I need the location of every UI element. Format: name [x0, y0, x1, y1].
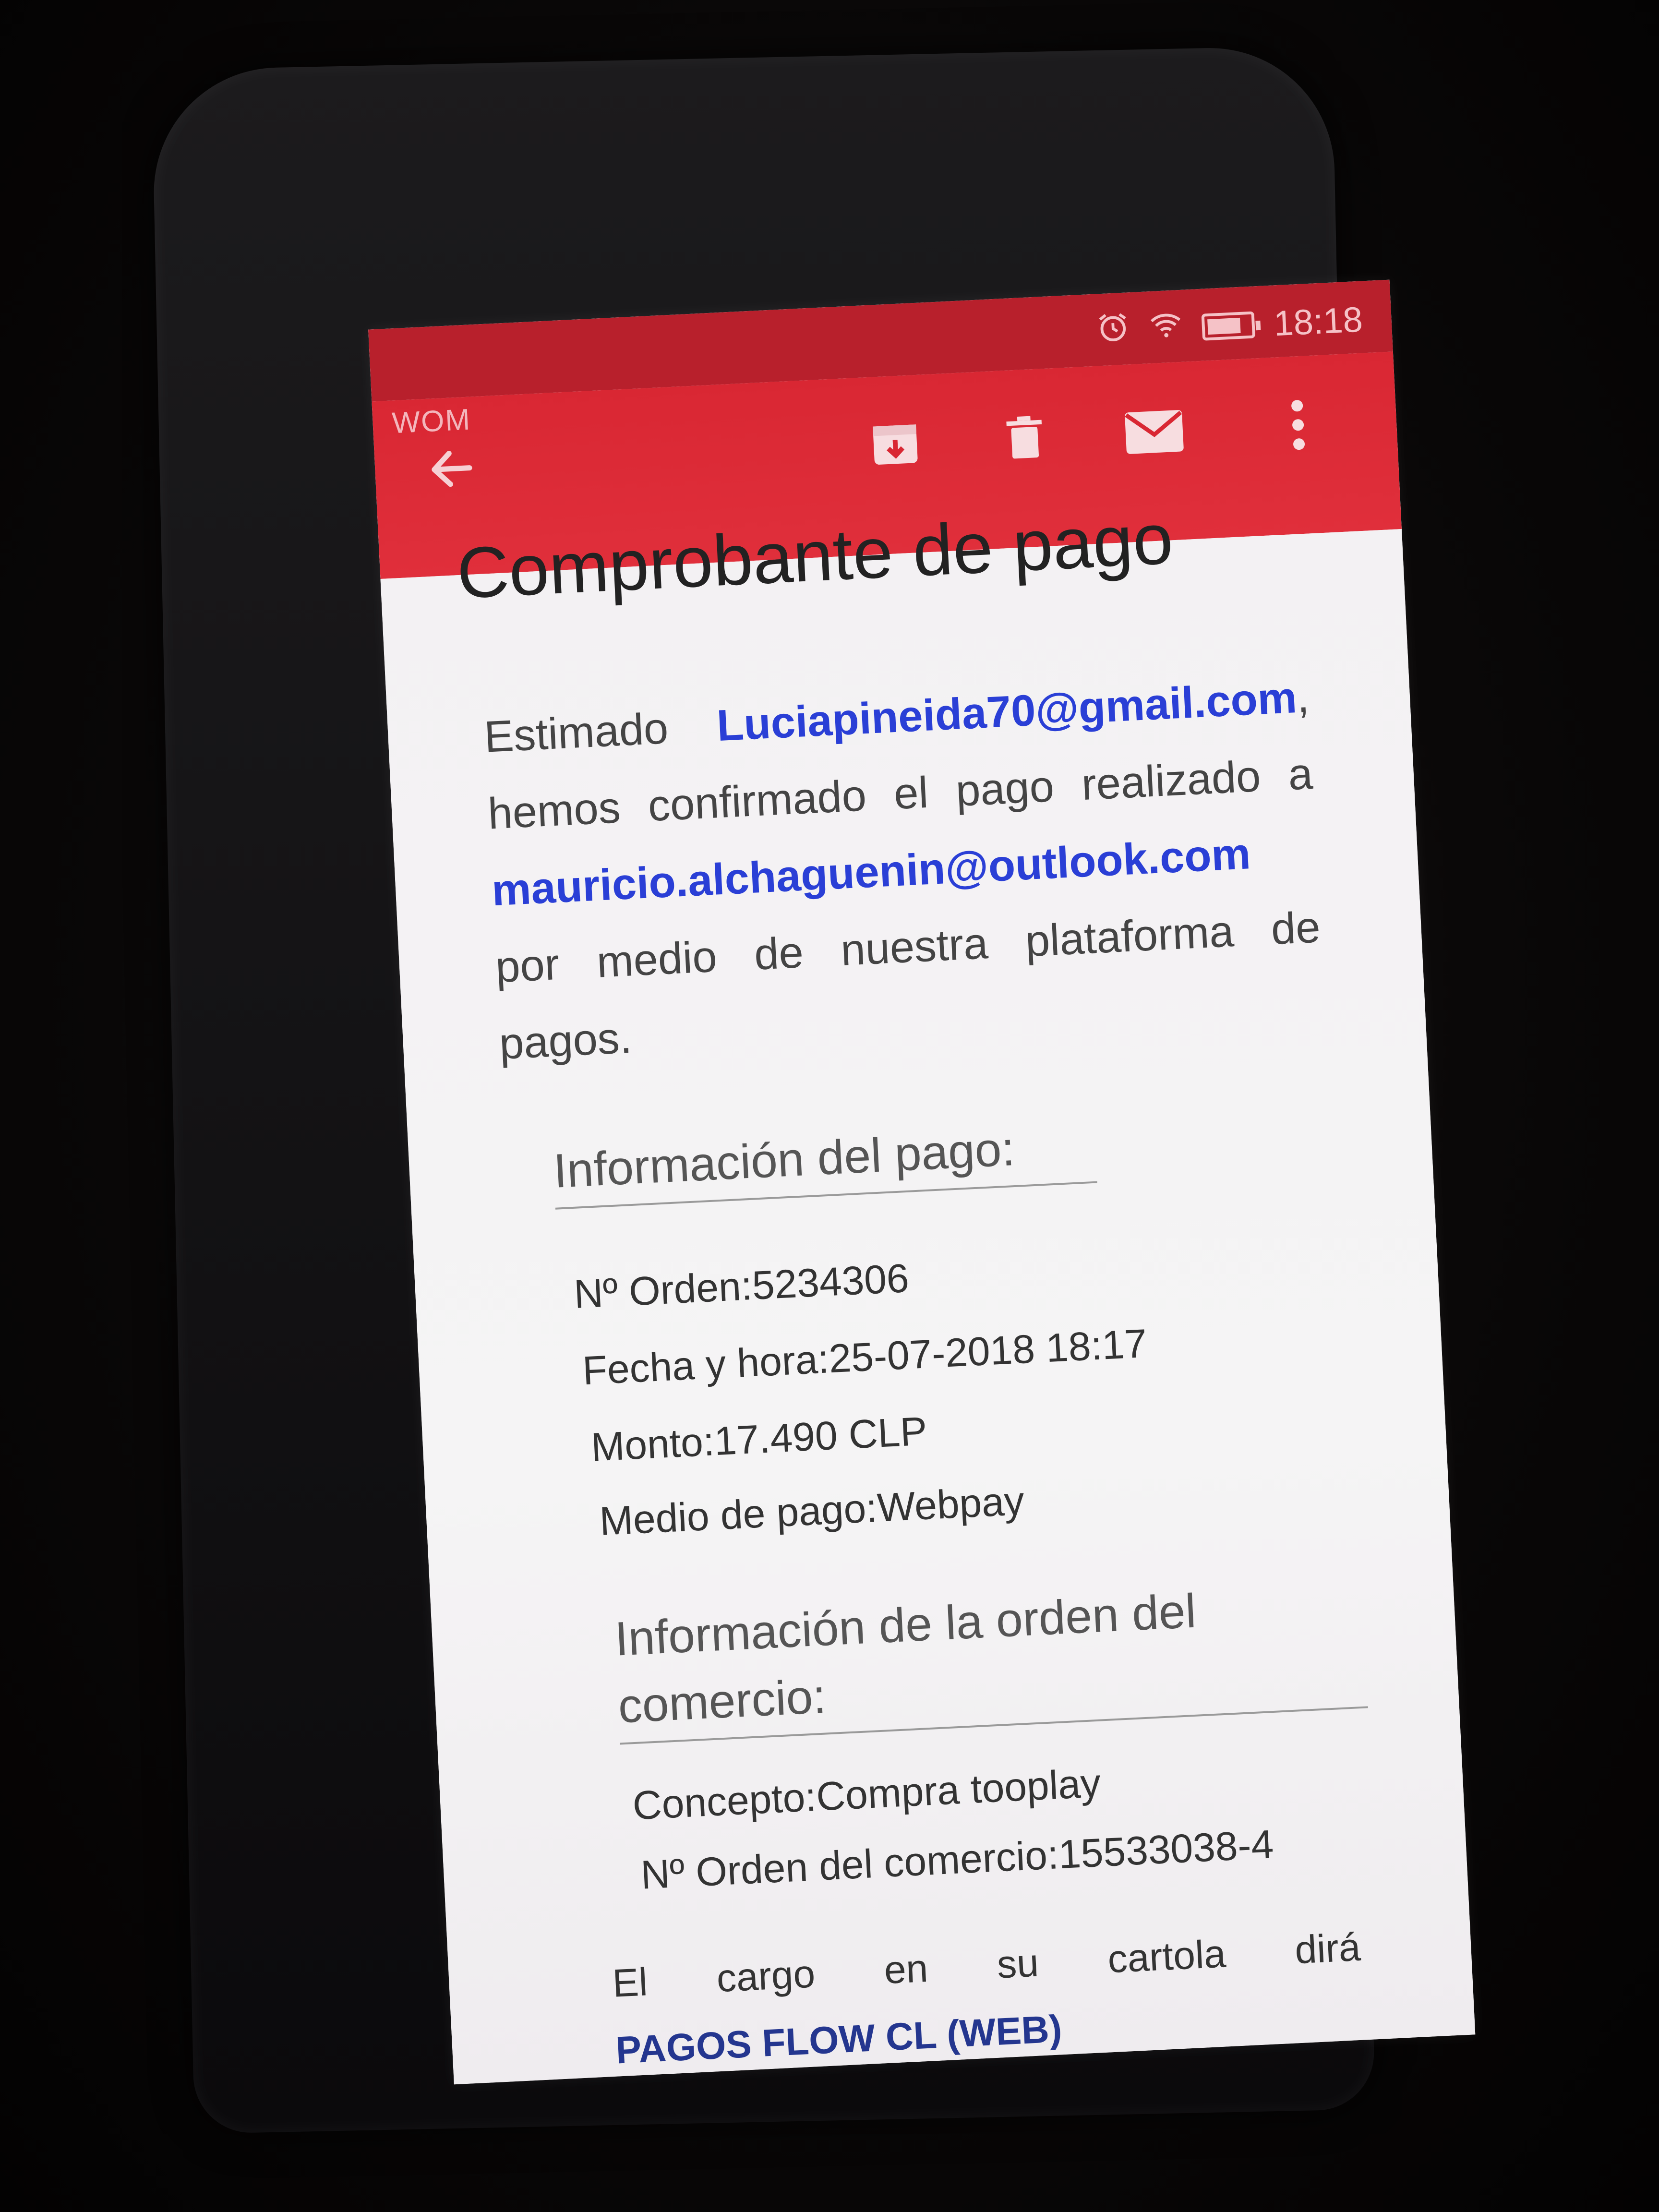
photo-background: 18:18 WOM Comprobante de pago Estimado L…	[0, 0, 1659, 2212]
battery-icon	[1201, 311, 1255, 341]
phone-screen: 18:18 WOM Comprobante de pago Estimado L…	[368, 279, 1476, 2085]
payee-email-link[interactable]: mauricio.alchaguenin@outlook.com	[491, 829, 1251, 915]
footer-word: El	[611, 1960, 649, 2006]
footer-word: su	[996, 1941, 1040, 1987]
greeting-text: Estimado	[483, 704, 670, 762]
alarm-icon	[1095, 310, 1131, 353]
email-paragraph: Estimado Luciapineida70@gmail.com, hemos…	[482, 659, 1326, 1082]
recipient-email-link[interactable]: Luciapineida70@gmail.com	[716, 673, 1298, 750]
status-icons: 18:18	[1095, 298, 1364, 353]
footer-word: cargo	[715, 1952, 817, 2001]
body-text-2: por medio de nuestra plataforma de pagos…	[494, 902, 1322, 1069]
greeting-comma: ,	[1295, 672, 1310, 722]
footer-word: dirá	[1294, 1925, 1362, 1972]
wifi-icon	[1148, 307, 1184, 350]
footer-word: en	[883, 1946, 929, 1993]
body-text-1: hemos confirmado el pago realizado a	[487, 749, 1314, 839]
phone-body: 18:18 WOM Comprobante de pago Estimado L…	[151, 45, 1476, 2134]
footer-word: cartola	[1106, 1932, 1227, 1982]
status-time: 18:18	[1273, 299, 1364, 344]
